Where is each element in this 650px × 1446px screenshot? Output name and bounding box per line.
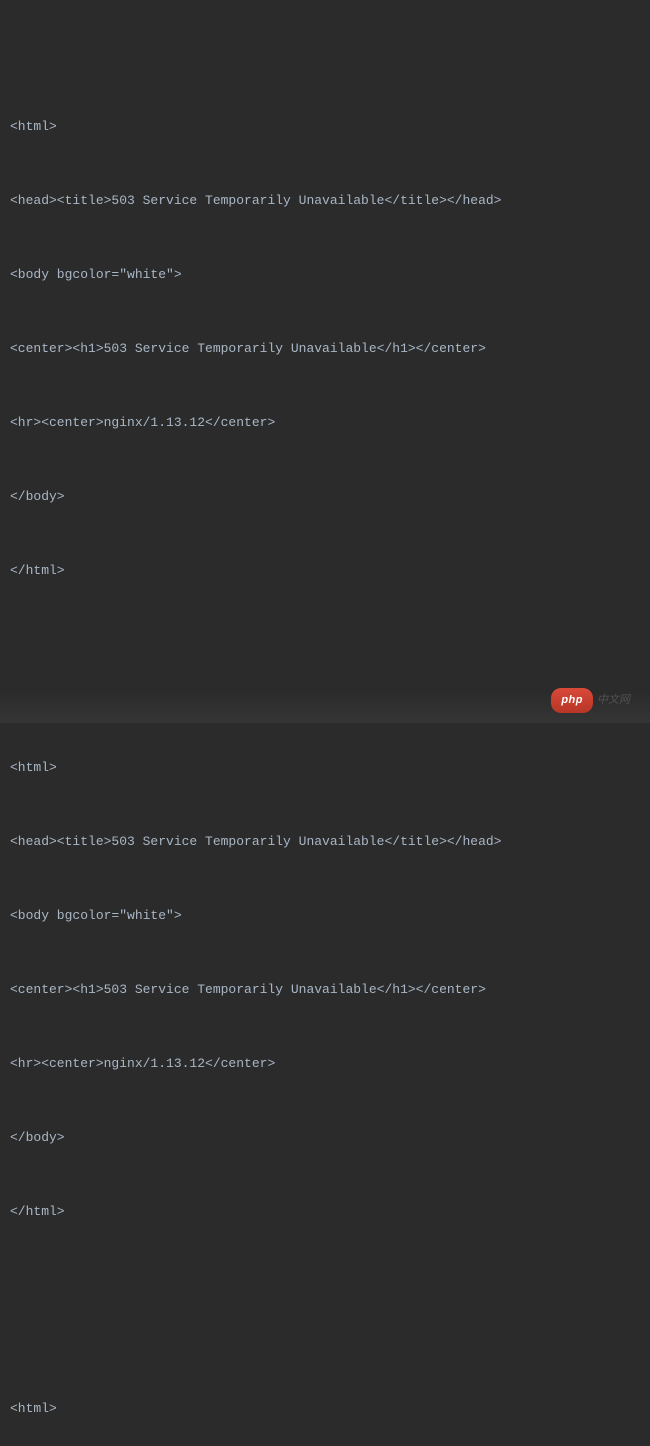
code-line: </html> [10,559,640,584]
code-line: </body> [10,1126,640,1151]
watermark-suffix: 中文网 [597,690,630,711]
code-line: <head><title>503 Service Temporarily Una… [10,189,640,214]
code-line: <html> [10,1397,640,1422]
code-line: <head><title>503 Service Temporarily Una… [10,830,640,855]
code-line: <hr><center>nginx/1.13.12</center> [10,411,640,436]
code-section-2: <html> <head><title>503 Service Temporar… [10,707,640,1275]
code-line: <html> [10,756,640,781]
code-line: <html> [10,115,640,140]
code-line: <center><h1>503 Service Temporarily Unav… [10,337,640,362]
code-line: <body bgcolor="white"> [10,263,640,288]
code-line: </html> [10,1200,640,1225]
code-line: </body> [10,485,640,510]
code-line: <center><h1>503 Service Temporarily Unav… [10,978,640,1003]
watermark: php 中文网 [551,688,630,713]
code-line: <body bgcolor="white"> [10,904,640,929]
code-section-1: <html> <head><title>503 Service Temporar… [10,65,640,633]
code-line: <hr><center>nginx/1.13.12</center> [10,1052,640,1077]
code-container: <html> <head><title>503 Service Temporar… [10,16,640,1446]
watermark-badge: php [551,688,593,713]
code-section-3: <html> <head><title>503 Service Temporar… [10,1348,640,1446]
